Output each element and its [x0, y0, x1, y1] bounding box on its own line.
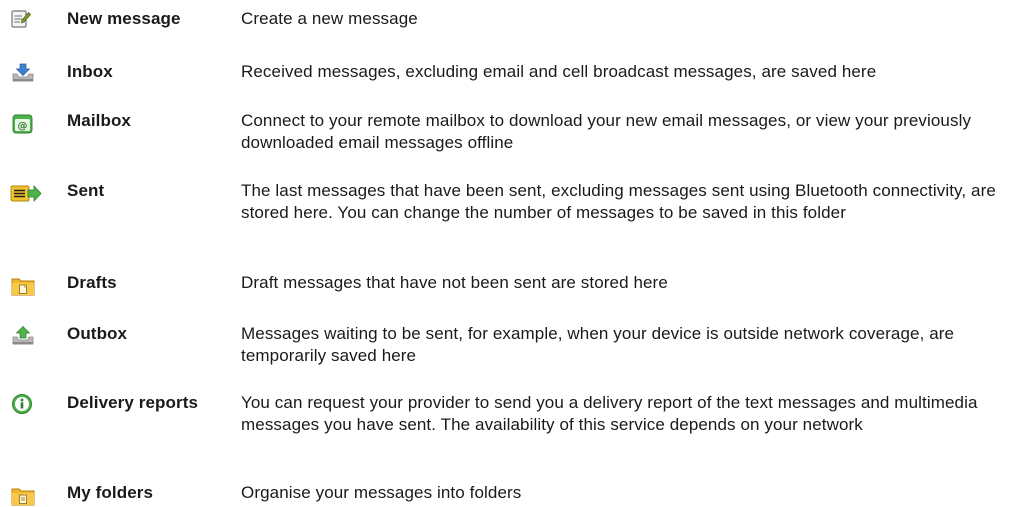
page: { "items": [ {"icon": "new-message-icon"…: [0, 0, 1019, 507]
item-description: Create a new message: [241, 9, 418, 28]
my-folders-icon: [10, 485, 36, 507]
sent-icon: [10, 183, 42, 205]
item-title: My folders: [67, 483, 154, 502]
inbox-icon: [10, 62, 36, 84]
item-title: Mailbox: [67, 111, 131, 130]
item-title: New message: [67, 9, 181, 28]
svg-text:@: @: [18, 121, 28, 132]
new-message-icon: [10, 9, 36, 31]
item-title: Outbox: [67, 324, 128, 343]
item-description: Draft messages that have not been sent a…: [241, 273, 668, 292]
drafts-folder-icon: [10, 275, 36, 297]
item-description: Connect to your remote mailbox to downlo…: [241, 111, 972, 152]
item-description: Messages waiting to be sent, for example…: [241, 324, 955, 365]
item-title: Drafts: [67, 273, 117, 292]
item-title: Delivery reports: [67, 393, 199, 412]
outbox-icon: [10, 325, 36, 347]
item-description: The last messages that have been sent, e…: [241, 181, 996, 222]
item-title: Inbox: [67, 62, 113, 81]
item-description: You can request your provider to send yo…: [241, 393, 978, 434]
mailbox-icon: @: [10, 113, 36, 135]
item-description: Organise your messages into folders: [241, 483, 522, 502]
info-icon: [10, 393, 36, 415]
item-description: Received messages, excluding email and c…: [241, 62, 877, 81]
item-title: Sent: [67, 181, 105, 200]
